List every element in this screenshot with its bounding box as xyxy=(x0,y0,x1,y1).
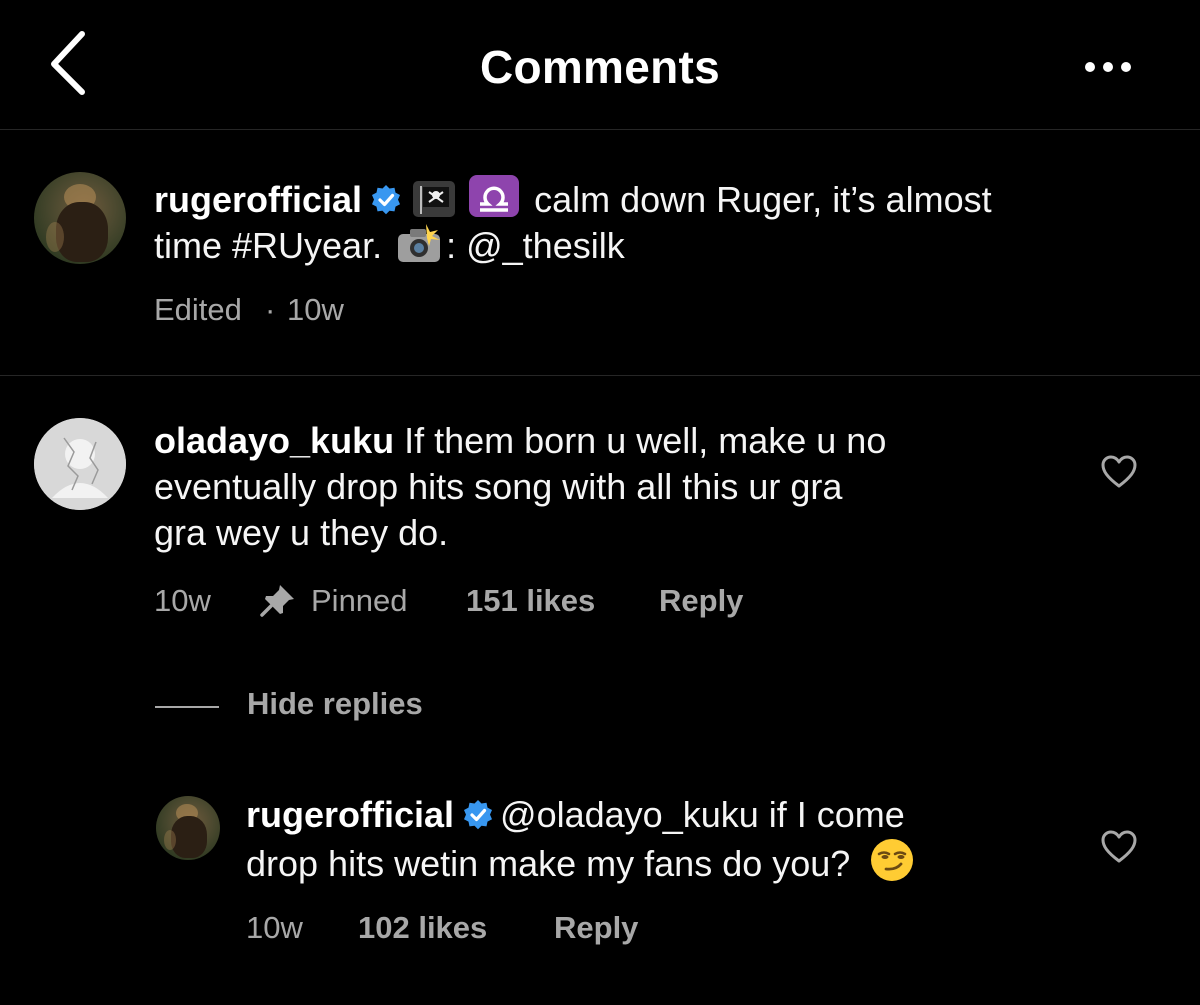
separator-dot: · xyxy=(265,292,276,327)
avatar[interactable] xyxy=(156,796,220,860)
avatar[interactable] xyxy=(34,418,126,510)
comment-username[interactable]: oladayo_kuku xyxy=(154,420,394,461)
more-options-button[interactable] xyxy=(1080,50,1136,84)
pirate-flag-icon xyxy=(412,180,456,218)
like-button[interactable] xyxy=(1100,830,1138,864)
likes-count[interactable]: 151 likes xyxy=(466,583,595,619)
hide-replies-label: Hide replies xyxy=(247,686,423,721)
reply-button[interactable]: Reply xyxy=(659,583,743,619)
timestamp: 10w xyxy=(287,292,344,327)
timestamp: 10w xyxy=(246,910,303,945)
verified-badge-icon xyxy=(464,800,493,830)
post-caption: rugerofficial calm down Ruger, it’s almo… xyxy=(0,130,1200,376)
reply-meta: 10w 102 likes Reply xyxy=(246,910,696,950)
likes-count[interactable]: 102 likes xyxy=(358,910,487,946)
hashtag-link[interactable]: time #RUyear. xyxy=(154,225,382,266)
mention-text: : @_thesilk xyxy=(446,225,625,266)
smirk-face-icon xyxy=(870,838,914,882)
edited-label: Edited xyxy=(154,292,242,327)
heart-icon xyxy=(1101,455,1137,488)
top-bar: Comments xyxy=(0,0,1200,130)
pinned-label: Pinned xyxy=(311,583,408,618)
caption-meta: Edited · 10w xyxy=(154,292,454,332)
more-horizontal-icon xyxy=(1085,62,1131,72)
hide-replies-toggle[interactable]: Hide replies xyxy=(155,686,465,726)
caption-text: rugerofficial calm down Ruger, it’s almo… xyxy=(154,174,1154,269)
heart-icon xyxy=(1101,830,1137,863)
pin-icon xyxy=(260,583,296,625)
avatar[interactable] xyxy=(34,172,126,264)
reply-button[interactable]: Reply xyxy=(554,910,638,946)
verified-badge-icon xyxy=(372,185,401,215)
timestamp: 10w xyxy=(154,583,211,618)
page-title: Comments xyxy=(479,41,721,93)
libra-icon xyxy=(468,174,520,218)
divider-line xyxy=(155,706,219,708)
like-button[interactable] xyxy=(1100,455,1138,489)
caption-username[interactable]: rugerofficial xyxy=(154,179,362,220)
default-avatar-icon xyxy=(34,418,126,510)
comment-text: oladayo_kuku If them born u well, make u… xyxy=(154,420,887,553)
reply-text: rugerofficial @oladayo_kuku if I come dr… xyxy=(246,792,1066,887)
camera-flash-icon xyxy=(396,224,442,264)
reply-username[interactable]: rugerofficial xyxy=(246,794,454,835)
comment-meta: 10w Pinned 151 likes Reply xyxy=(154,583,774,623)
